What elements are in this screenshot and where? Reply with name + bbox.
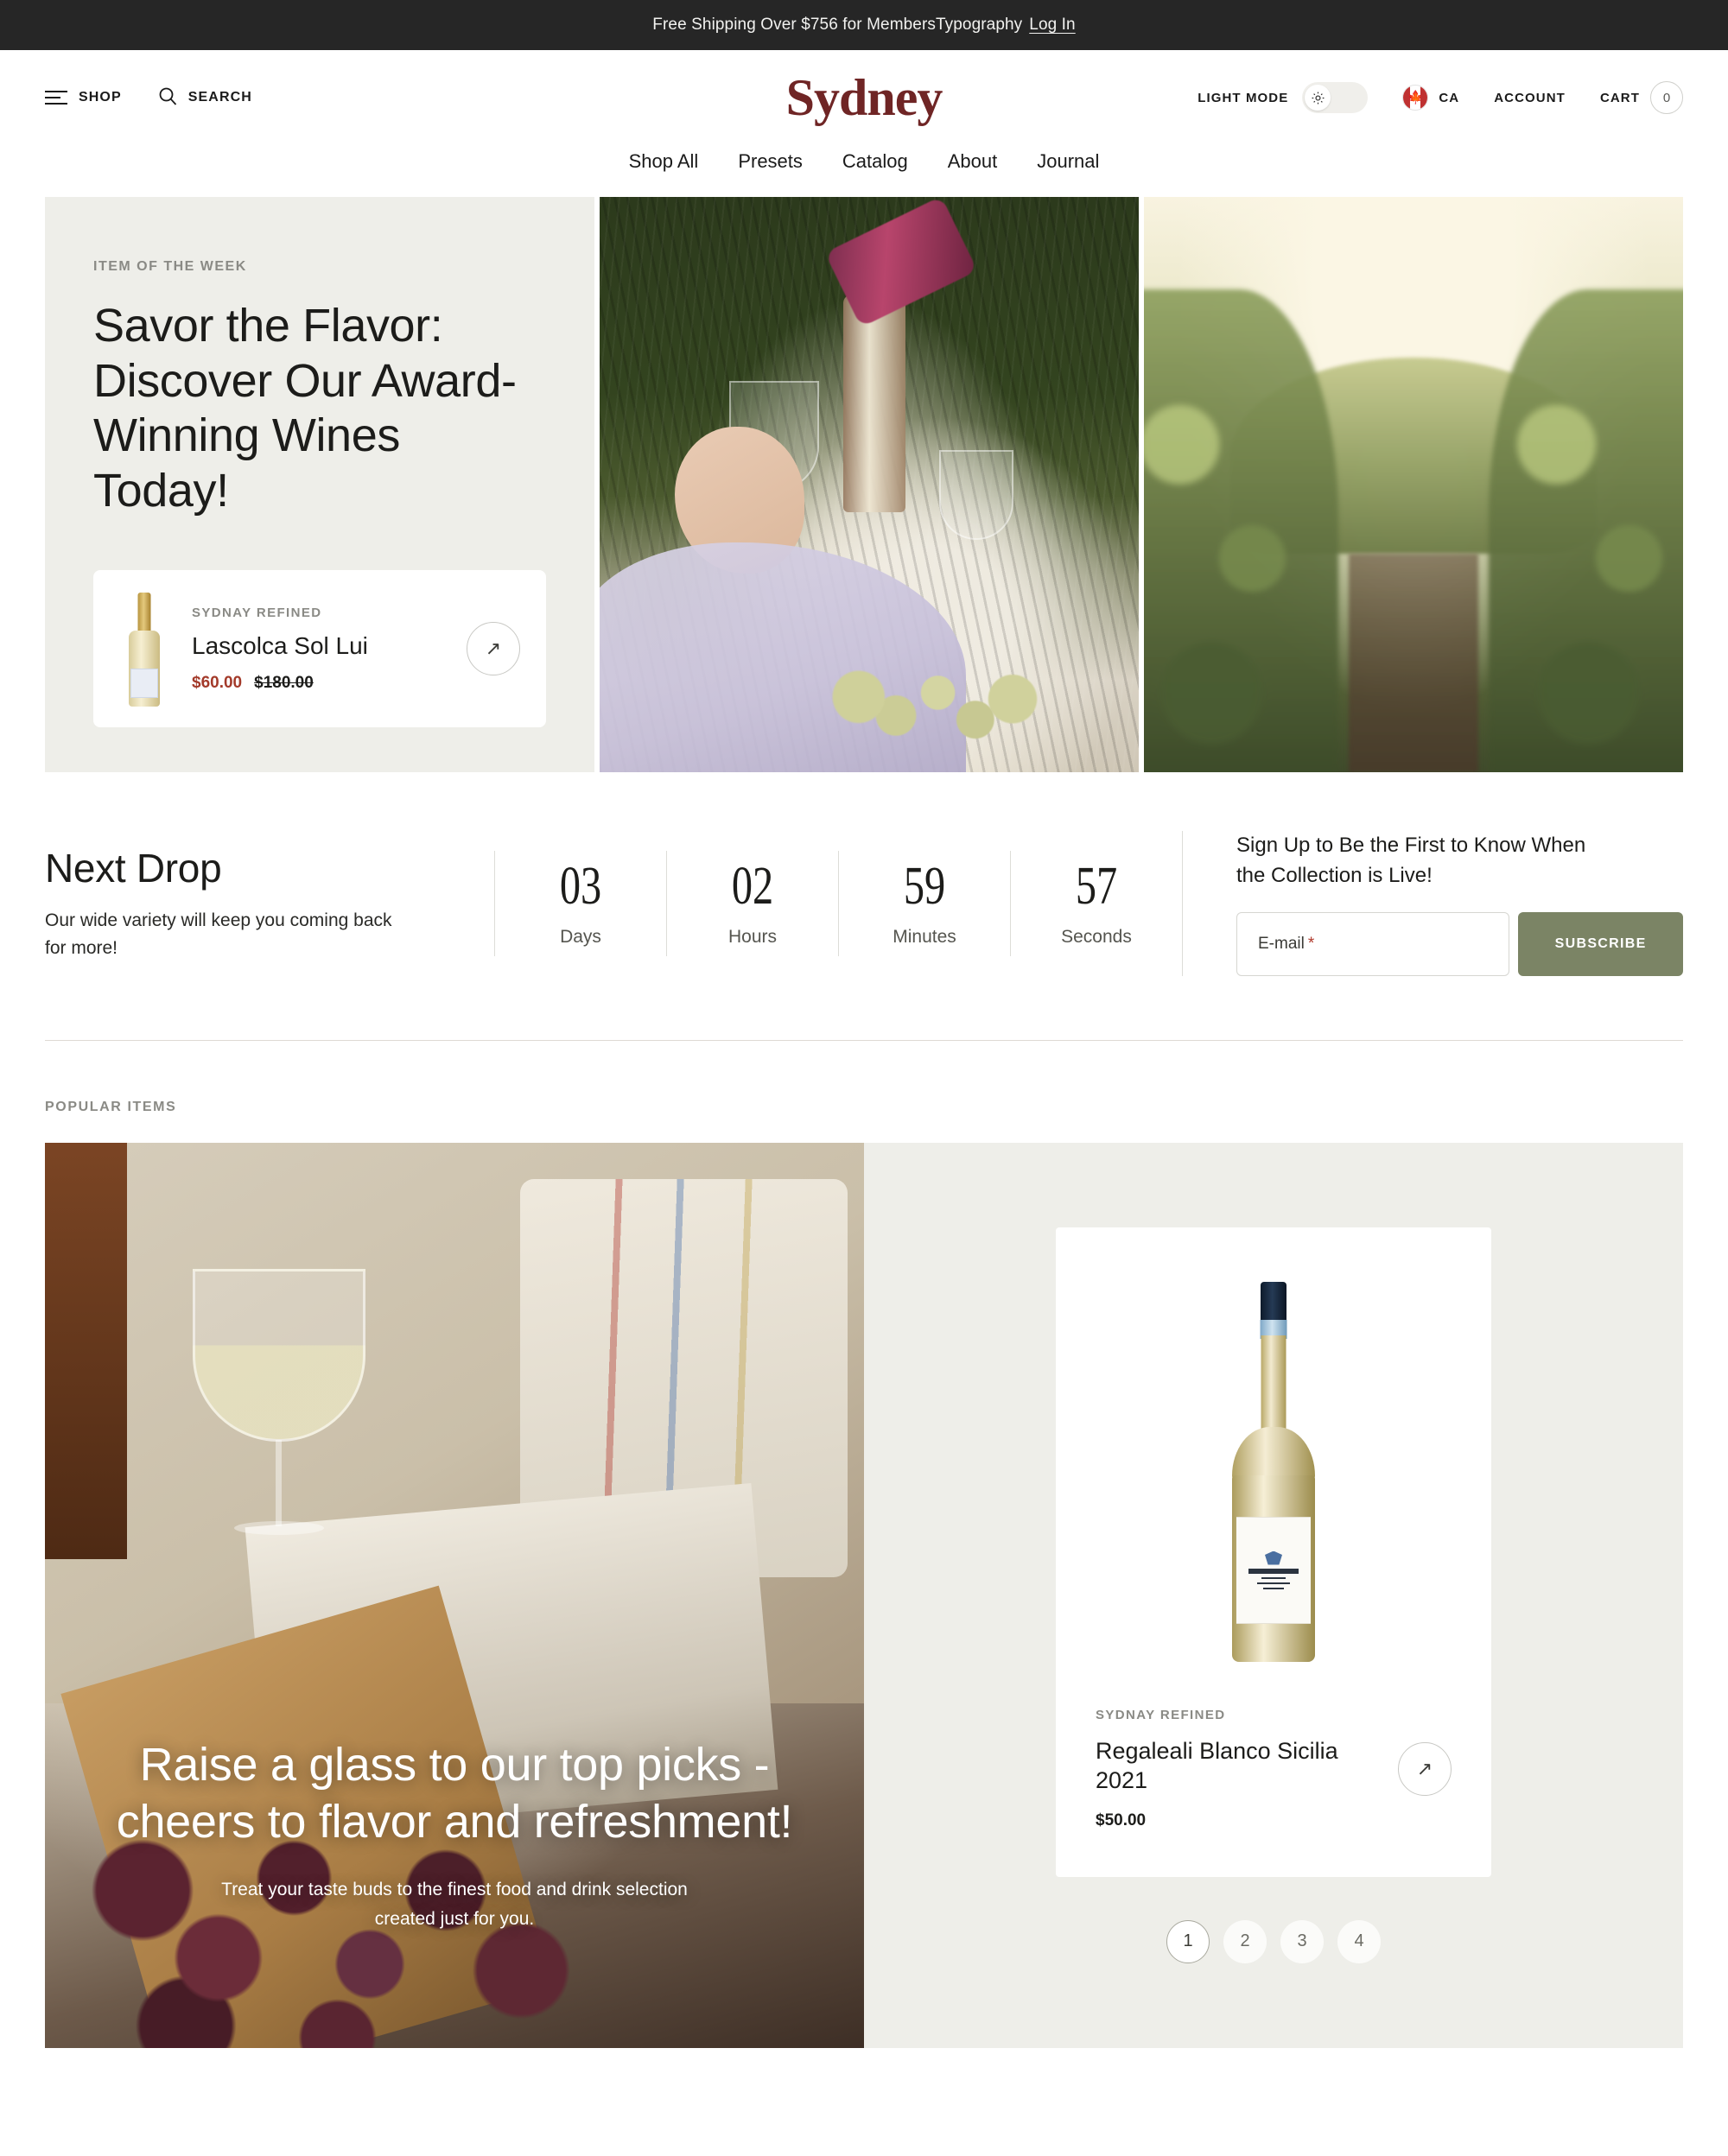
promo-subtext: Treat your taste buds to the finest food… [221,1879,688,1929]
light-mode-label: LIGHT MODE [1198,90,1289,105]
product-brand: SYDNAY REFINED [1096,1707,1226,1722]
newsletter-signup: Sign Up to Be the First to Know When the… [1182,831,1683,976]
featured-product-prices: $60.00 $180.00 [192,674,444,693]
wine-glass-right [939,450,1014,541]
featured-original-price: $180.00 [254,673,314,692]
light-mode-toggle[interactable] [1302,82,1369,113]
wine-glass-large [192,1269,365,1554]
nav-item-journal[interactable]: Journal [1037,150,1099,173]
featured-product-info: SYDNAY REFINED Lascolca Sol Lui $60.00 $… [192,606,444,693]
search-button[interactable]: SEARCH [158,86,252,110]
email-input-label: E-mail [1258,934,1305,953]
pagination-page-1[interactable]: 1 [1166,1919,1210,1963]
product-text: SYDNAY REFINED Regaleali Blanco Sicilia … [1096,1708,1381,1830]
product-name: Regaleali Blanco Sicilia 2021 [1096,1737,1338,1794]
product-arrow-button[interactable]: ↗ [1398,1741,1452,1796]
pagination-page-2[interactable]: 2 [1223,1919,1267,1963]
countdown-hours-value: 02 [731,856,774,916]
popular-product-panel: SYDNAY REFINED Regaleali Blanco Sicilia … [864,1142,1683,2048]
countdown-minutes-value: 59 [903,856,946,916]
shop-menu-label: SHOP [79,90,122,105]
canada-flag-icon: 🍁 [1402,85,1429,111]
nav-item-presets[interactable]: Presets [738,150,803,173]
wine-bottle-icon [119,593,169,707]
header-left-group: SHOP SEARCH [45,86,252,110]
next-drop-text: Next Drop Our wide variety will keep you… [45,845,494,961]
nav-item-about[interactable]: About [948,150,998,173]
search-icon [158,86,177,110]
countdown-minutes: 59 Minutes [838,850,1010,956]
toggle-knob [1305,85,1331,111]
announcement-text: Free Shipping Over $756 for MembersTypog… [652,16,1023,34]
popular-items-eyebrow: POPULAR ITEMS [45,1099,177,1114]
email-input[interactable]: E-mail * [1236,911,1510,976]
site-header: SHOP SEARCH Sydney LIGHT MODE 🍁 CA ACCOU… [0,50,1728,145]
countdown-seconds: 57 Seconds [1010,850,1182,956]
promo-image-panel: Raise a glass to our top picks - cheers … [45,1142,864,2048]
cart-label: CART [1599,90,1640,105]
wood-frame [45,1142,127,1559]
country-selector[interactable]: 🍁 CA [1402,85,1459,111]
next-drop-section: Next Drop Our wide variety will keep you… [45,772,1683,1040]
featured-product-name: Lascolca Sol Lui [192,631,368,659]
hero-eyebrow: ITEM OF THE WEEK [93,259,247,274]
product-pagination: 1 2 3 4 [1166,1919,1381,1963]
countdown-seconds-value: 57 [1075,856,1118,916]
announcement-bar: Free Shipping Over $756 for MembersTypog… [0,0,1728,50]
wine-bottle-image [1229,1281,1318,1662]
product-image [1096,1267,1452,1677]
featured-sale-price: $60.00 [192,673,243,692]
hero-text-panel: ITEM OF THE WEEK Savor the Flavor: Disco… [45,197,594,772]
popular-items-grid: Raise a glass to our top picks - cheers … [45,1142,1683,2048]
product-price: $50.00 [1096,1810,1147,1829]
shop-menu-button[interactable]: SHOP [45,90,122,105]
next-drop-subtitle: Our wide variety will keep you coming ba… [45,910,392,958]
product-meta: SYDNAY REFINED Regaleali Blanco Sicilia … [1096,1708,1452,1830]
countdown-minutes-label: Minutes [893,926,956,947]
account-link[interactable]: ACCOUNT [1494,91,1566,105]
nav-item-shop-all[interactable]: Shop All [629,150,699,173]
newsletter-form: E-mail * SUBSCRIBE [1236,911,1683,976]
search-label: SEARCH [187,90,252,105]
header-right-group: LIGHT MODE 🍁 CA ACCOUNT CART 0 [1198,81,1683,114]
pagination-page-4[interactable]: 4 [1337,1919,1381,1963]
main-navigation: Shop All Presets Catalog About Journal [0,145,1728,197]
hero-image-vineyard [1144,197,1683,772]
pagination-page-3[interactable]: 3 [1280,1919,1324,1963]
cart-count-badge: 0 [1650,81,1683,114]
newsletter-title: Sign Up to Be the First to Know When the… [1236,834,1586,887]
featured-product-arrow-button[interactable]: ↗ [467,622,520,675]
cart-button[interactable]: CART 0 [1600,81,1683,114]
countdown-seconds-label: Seconds [1061,926,1132,947]
country-code-label: CA [1439,90,1460,105]
light-mode-control[interactable]: LIGHT MODE [1198,82,1369,113]
hero-title: Savor the Flavor: Discover Our Award-Win… [93,300,517,517]
countdown-hours-label: Hours [727,926,778,947]
featured-product-brand: SYDNAY REFINED [192,605,322,620]
vine-row-left [1144,289,1338,772]
countdown-days-label: Days [560,926,601,947]
email-required-mark: * [1307,934,1315,953]
subscribe-button[interactable]: SUBSCRIBE [1518,911,1683,976]
login-link[interactable]: Log In [1029,16,1075,35]
product-card[interactable]: SYDNAY REFINED Regaleali Blanco Sicilia … [1056,1227,1491,1877]
countdown-hours: 02 Hours [666,850,838,956]
featured-product-card[interactable]: SYDNAY REFINED Lascolca Sol Lui $60.00 $… [93,570,546,727]
countdown-days: 03 Days [494,850,666,956]
vineyard-path [1349,553,1478,772]
promo-heading: Raise a glass to our top picks - cheers … [116,1738,793,1848]
vine-row-right [1489,289,1683,772]
popular-items-section: POPULAR ITEMS Raise a glass to our top p… [45,1041,1683,2048]
next-drop-title: Next Drop [45,846,222,891]
hamburger-icon [45,91,67,105]
green-grapes [826,651,1060,756]
nav-item-catalog[interactable]: Catalog [842,150,908,173]
countdown-days-value: 03 [559,856,602,916]
picnic-bottle [843,295,906,513]
hero-image-picnic [600,197,1139,772]
site-logo[interactable]: Sydney [786,72,943,124]
hero-section: ITEM OF THE WEEK Savor the Flavor: Disco… [45,197,1683,772]
promo-copy: Raise a glass to our top picks - cheers … [45,1737,864,1934]
